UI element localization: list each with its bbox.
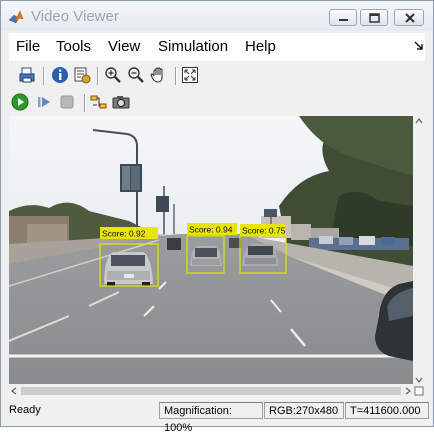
run-icon[interactable] [11, 93, 29, 111]
video-viewer-window: Video Viewer File Tools View Simulation … [0, 0, 434, 434]
dock-arrow-icon[interactable] [414, 41, 424, 51]
properties-icon[interactable] [73, 66, 91, 84]
step-forward-icon[interactable] [35, 93, 53, 111]
print-icon[interactable] [18, 66, 36, 84]
matlab-logo-icon [8, 10, 24, 24]
pan-icon[interactable] [150, 66, 168, 84]
toolbar-separator [43, 67, 45, 85]
menu-file[interactable]: File [16, 38, 40, 55]
horizontal-scrollbar[interactable] [9, 384, 413, 396]
stop-icon[interactable] [58, 93, 76, 111]
status-state: Ready [9, 404, 41, 416]
status-magnification: Magnification: 100% [159, 402, 263, 434]
title-bar: Video Viewer [1, 1, 433, 31]
maximize-button[interactable] [360, 9, 388, 26]
toolbar-separator [97, 67, 99, 85]
scroll-thumb[interactable] [21, 387, 401, 395]
vertical-scrollbar[interactable] [413, 116, 425, 384]
detection-label-2: Score: 0.94 [189, 225, 233, 235]
detection-label-3: Score: 0.75 [242, 226, 286, 236]
playback-toolbar [9, 90, 425, 115]
detected-car-1 [104, 252, 153, 286]
zoom-in-icon[interactable] [104, 66, 122, 84]
minimize-button[interactable] [329, 9, 357, 26]
maximize-icon [369, 13, 380, 23]
video-frame: Score: 0.92 Score: 0.94 Score: 0.75 [9, 116, 413, 384]
snapshot-icon[interactable] [112, 93, 130, 111]
window-title: Video Viewer [31, 8, 119, 25]
toolbar-separator [175, 67, 177, 85]
scroll-corner [413, 384, 425, 396]
detected-car-3 [242, 244, 279, 266]
toolbar [9, 62, 425, 91]
menu-tools[interactable]: Tools [56, 38, 91, 55]
detected-car-2 [190, 246, 222, 266]
info-icon[interactable] [51, 66, 69, 84]
zoom-out-icon[interactable] [127, 66, 145, 84]
scroll-down-icon[interactable] [415, 377, 423, 383]
close-button[interactable] [394, 9, 424, 26]
detection-label-1: Score: 0.92 [102, 229, 146, 239]
scroll-right-icon[interactable] [405, 387, 411, 395]
fit-to-view-icon[interactable] [181, 66, 199, 84]
menu-bar: File Tools View Simulation Help [9, 33, 425, 61]
status-format: RGB:270x480 [264, 402, 344, 419]
close-icon [405, 13, 415, 23]
menu-help[interactable]: Help [245, 38, 276, 55]
menu-simulation[interactable]: Simulation [158, 38, 228, 55]
status-bar: Ready Magnification: 100% RGB:270x480 T=… [1, 399, 433, 434]
highlight-signals-icon[interactable] [90, 93, 108, 111]
minimize-icon [339, 19, 348, 21]
status-time: T=411600.000 [345, 402, 429, 419]
scroll-left-icon[interactable] [11, 387, 17, 395]
menu-view[interactable]: View [108, 38, 140, 55]
toolbar-separator [84, 94, 86, 112]
scroll-up-icon[interactable] [415, 118, 423, 124]
video-display[interactable]: Score: 0.92 Score: 0.94 Score: 0.75 [9, 116, 413, 384]
